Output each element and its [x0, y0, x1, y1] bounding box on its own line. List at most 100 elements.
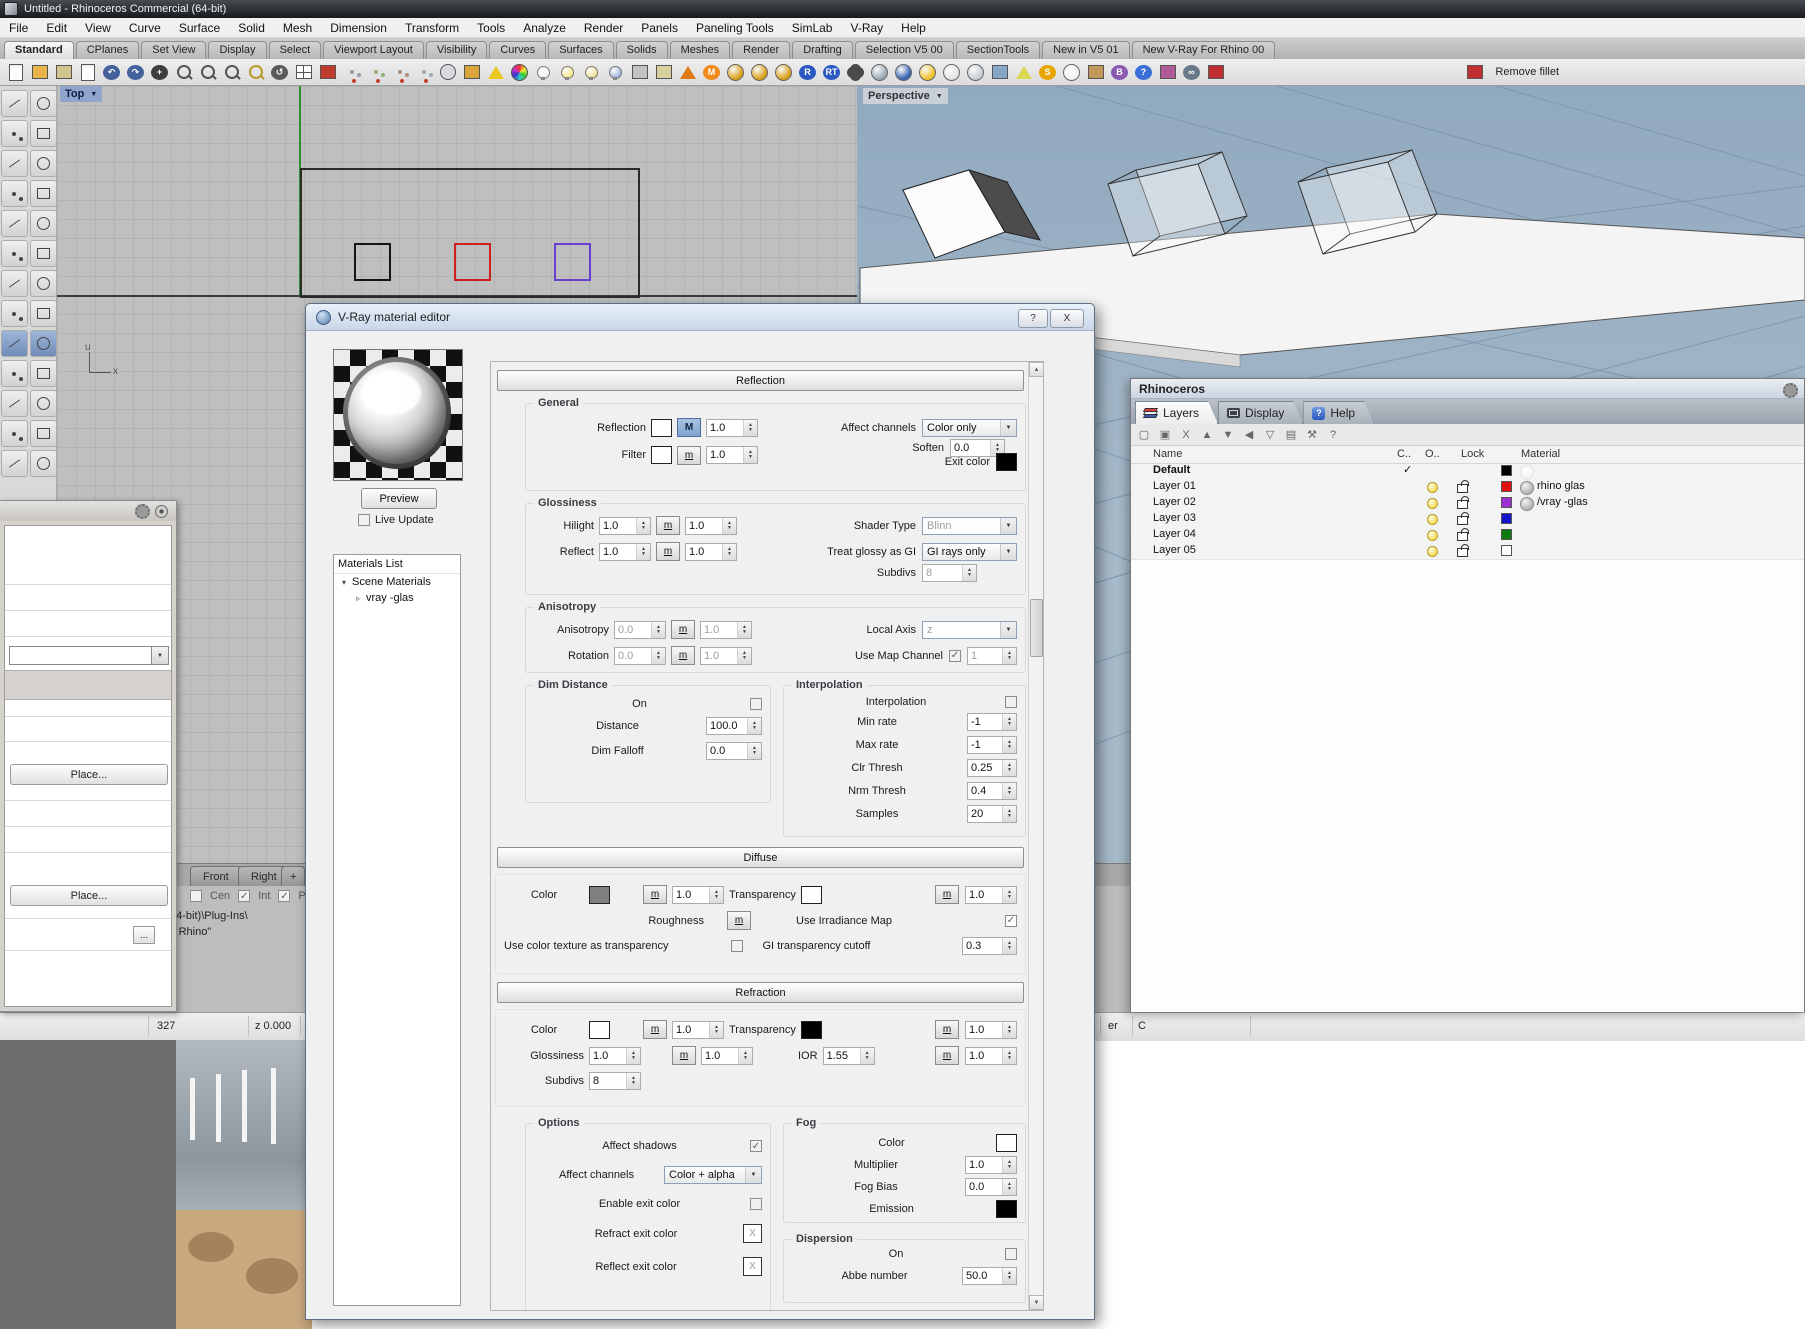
explode-icon[interactable] [29, 390, 57, 417]
refraction-glossiness-spinner[interactable]: 1.0 ▲ ▼ [589, 1046, 641, 1065]
select-arrow-icon[interactable] [0, 90, 28, 117]
workspace-tab-cplanes[interactable]: CPlanes [75, 41, 140, 59]
box-outline-red[interactable] [454, 243, 491, 281]
diffuse-transparency-map-button[interactable]: m [935, 885, 959, 904]
loft-icon[interactable] [29, 300, 57, 327]
layer-lock-icon[interactable] [1457, 496, 1469, 509]
join-icon[interactable] [0, 390, 28, 417]
workspace-tab-viewport-layout[interactable]: Viewport Layout [323, 41, 424, 59]
circle-icon[interactable] [29, 150, 57, 177]
layers-list-empty[interactable] [1131, 559, 1804, 1012]
refract-exit-color-button[interactable]: X [743, 1224, 762, 1243]
boolean-union-icon[interactable] [0, 330, 28, 357]
filter-map-button[interactable]: m [677, 445, 701, 465]
viewport-title-perspective[interactable]: Perspective ▼ [863, 88, 948, 104]
boolean-difference-icon[interactable] [29, 330, 57, 357]
arc-icon[interactable] [0, 180, 28, 207]
menu-dimension[interactable]: Dimension [321, 19, 396, 37]
hilight-map-button[interactable]: m [656, 516, 680, 535]
menu-analyze[interactable]: Analyze [514, 19, 575, 37]
layer-tools-icon[interactable]: ⚒ [1305, 428, 1319, 441]
rotation-map-button[interactable]: m [671, 646, 695, 665]
dim-falloff-spinner[interactable]: 0.0 ▲ ▼ [706, 742, 762, 760]
emission-color-swatch[interactable] [996, 1200, 1017, 1218]
batch-render-icon[interactable]: B [1109, 62, 1130, 83]
layer-color-swatch[interactable] [1501, 545, 1512, 556]
reflect-map-button[interactable]: m [656, 542, 680, 561]
scrollbar[interactable]: ▲ ▼ [1028, 362, 1043, 1310]
refraction-transparency-swatch[interactable] [800, 1020, 822, 1039]
rectangle-icon[interactable] [0, 210, 28, 237]
chevron-down-icon[interactable]: ▼ [151, 647, 168, 664]
menu-simlab[interactable]: SimLab [783, 19, 842, 37]
layer-on-bulb-icon[interactable] [1427, 482, 1438, 493]
shader-type-dropdown[interactable]: Blinn ▼ [922, 516, 1017, 535]
roughness-map-button[interactable]: m [727, 911, 751, 930]
menu-solid[interactable]: Solid [229, 19, 274, 37]
scale-icon[interactable] [413, 62, 434, 83]
chrome-sphere-icon[interactable] [869, 62, 890, 83]
workspace-tab-select[interactable]: Select [268, 41, 322, 59]
filter-icon[interactable]: ▽ [1263, 428, 1277, 441]
layer-row-layer-03[interactable]: Layer 03 [1131, 511, 1804, 527]
pan-icon[interactable]: + [149, 62, 170, 83]
flag-icon[interactable] [677, 62, 698, 83]
refraction-subdivs-spinner[interactable]: 8 ▲ ▼ [589, 1072, 641, 1090]
menu-surface[interactable]: Surface [170, 19, 229, 37]
copy-icon[interactable] [365, 62, 386, 83]
record-icon[interactable] [155, 504, 168, 518]
layer-row-layer-01[interactable]: Layer 01 rhino glas [1131, 479, 1804, 495]
interpolation-checkbox[interactable] [1005, 696, 1017, 708]
split-icon[interactable] [29, 360, 57, 387]
menu-tools[interactable]: Tools [468, 19, 514, 37]
options-affect-channels-dropdown[interactable]: Color + alpha ▼ [664, 1166, 762, 1184]
diffuse-mult-spinner[interactable]: 1.0 ▲ ▼ [672, 885, 724, 904]
place-button-2[interactable]: Place... [10, 885, 168, 906]
dispersion-on-checkbox[interactable] [1005, 1248, 1017, 1260]
fillet-icon[interactable] [0, 420, 28, 447]
anisotropy-map-button[interactable]: m [671, 620, 695, 639]
nrm-thresh-spinner[interactable]: 0.4 ▲ ▼ [967, 782, 1017, 800]
layer-lock-icon[interactable] [1457, 544, 1469, 557]
tab-layers[interactable]: Layers [1135, 401, 1218, 424]
menu-render[interactable]: Render [575, 19, 632, 37]
use-color-texture-checkbox[interactable] [731, 940, 744, 952]
reflect-exit-color-button[interactable]: X [743, 1257, 762, 1276]
diffuse-color-map-button[interactable]: m [643, 885, 667, 904]
gear-icon[interactable] [135, 503, 150, 519]
exit-color-swatch[interactable] [996, 453, 1017, 471]
workspace-tab-display[interactable]: Display [208, 41, 267, 59]
vray-options-icon[interactable] [845, 62, 866, 83]
dialog-titlebar[interactable]: V-Ray material editor [306, 304, 1094, 331]
osnap-checkbox-int[interactable] [238, 890, 251, 902]
workspace-tab-solids[interactable]: Solids [615, 41, 668, 59]
osnap-checkbox-cen[interactable] [190, 890, 202, 902]
menu-transform[interactable]: Transform [396, 19, 468, 37]
ior-map-button[interactable]: m [935, 1046, 959, 1065]
refraction-glossiness-mult-spinner[interactable]: 1.0 ▲ ▼ [701, 1046, 753, 1065]
menu-edit[interactable]: Edit [37, 19, 76, 37]
menu-v-ray[interactable]: V-Ray [841, 19, 892, 37]
box-icon[interactable] [29, 240, 57, 267]
layer-on-bulb-icon[interactable] [1427, 498, 1438, 509]
plane-icon[interactable] [0, 240, 28, 267]
workspace-tab-new-v-ray-for-rhino-00[interactable]: New V-Ray For Rhino 00 [1131, 41, 1276, 59]
reflection-color-swatch[interactable] [651, 418, 672, 437]
rect-light-icon[interactable] [989, 62, 1010, 83]
left-panel-dropdown[interactable]: ▼ [9, 646, 169, 665]
extrude-icon[interactable] [0, 300, 28, 327]
new-file-icon[interactable] [5, 62, 26, 83]
layer-row-layer-04[interactable]: Layer 04 [1131, 527, 1804, 543]
zoom-extents-icon[interactable] [245, 62, 266, 83]
lamp-toggle-icon[interactable] [581, 62, 602, 83]
curve-icon[interactable] [0, 150, 28, 177]
gear-icon[interactable] [1783, 383, 1798, 398]
zoom-window-icon[interactable] [197, 62, 218, 83]
layer-color-swatch[interactable] [1501, 529, 1512, 540]
ellipse-icon[interactable] [29, 180, 57, 207]
vray-gold-sphere-3-icon[interactable] [773, 62, 794, 83]
new-layer-icon[interactable]: ▢ [1137, 428, 1151, 441]
clr-thresh-spinner[interactable]: 0.25 ▲ ▼ [967, 759, 1017, 777]
hilight-mult-spinner[interactable]: 1.0 ▲ ▼ [685, 516, 737, 535]
viewport-tab-front[interactable]: Front [190, 866, 242, 886]
